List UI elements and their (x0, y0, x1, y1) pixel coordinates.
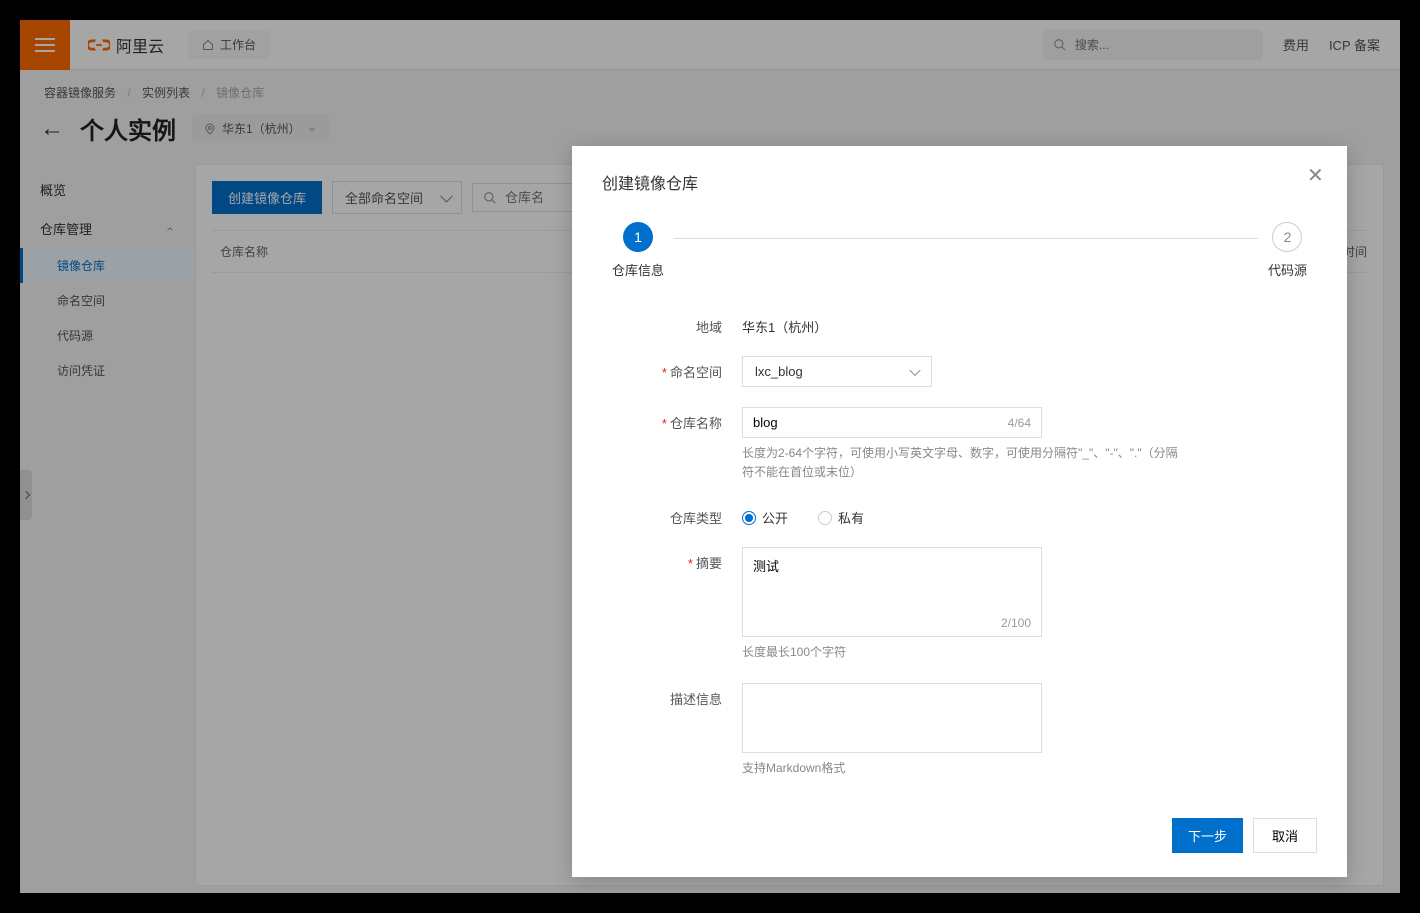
step-2-label: 代码源 (1268, 260, 1307, 279)
next-button[interactable]: 下一步 (1172, 818, 1243, 853)
namespace-select[interactable]: lxc_blog (742, 356, 932, 387)
modal-title: 创建镜像仓库 (602, 170, 1317, 194)
step-1-label: 仓库信息 (612, 260, 664, 279)
radio-public-circle (742, 511, 756, 525)
radio-private-circle (818, 511, 832, 525)
radio-public[interactable]: 公开 (742, 508, 788, 527)
description-textarea[interactable] (753, 692, 1031, 722)
radio-public-label: 公开 (762, 508, 788, 527)
step-1-circle: 1 (623, 222, 653, 252)
label-repo-name: *仓库名称 (602, 407, 742, 432)
radio-private[interactable]: 私有 (818, 508, 864, 527)
description-help: 支持Markdown格式 (742, 759, 1182, 778)
summary-help: 长度最长100个字符 (742, 643, 1182, 662)
summary-count: 2/100 (1001, 616, 1031, 630)
label-description: 描述信息 (602, 683, 742, 708)
repo-name-input[interactable] (753, 415, 1008, 430)
create-repo-modal: ✕ 创建镜像仓库 1 仓库信息 2 代码源 地域 华东1（杭州） *命名空间 l… (572, 146, 1347, 877)
modal-close-button[interactable]: ✕ (1307, 166, 1327, 186)
summary-field[interactable]: 2/100 (742, 547, 1042, 637)
summary-textarea[interactable] (753, 556, 1031, 601)
repo-name-field[interactable]: 4/64 (742, 407, 1042, 438)
label-summary: *摘要 (602, 547, 742, 572)
description-field[interactable] (742, 683, 1042, 753)
step-indicator: 1 仓库信息 2 代码源 (602, 222, 1317, 279)
step-2-circle: 2 (1272, 222, 1302, 252)
step-connector (674, 238, 1258, 239)
value-region: 华东1（杭州） (742, 311, 1182, 336)
label-namespace: *命名空间 (602, 356, 742, 381)
cancel-button[interactable]: 取消 (1253, 818, 1317, 853)
repo-name-count: 4/64 (1008, 416, 1031, 430)
radio-private-label: 私有 (838, 508, 864, 527)
repo-name-help: 长度为2-64个字符，可使用小写英文字母、数字，可使用分隔符"_"、"-"、".… (742, 444, 1182, 482)
label-region: 地域 (602, 311, 742, 336)
label-repo-type: 仓库类型 (602, 502, 742, 527)
